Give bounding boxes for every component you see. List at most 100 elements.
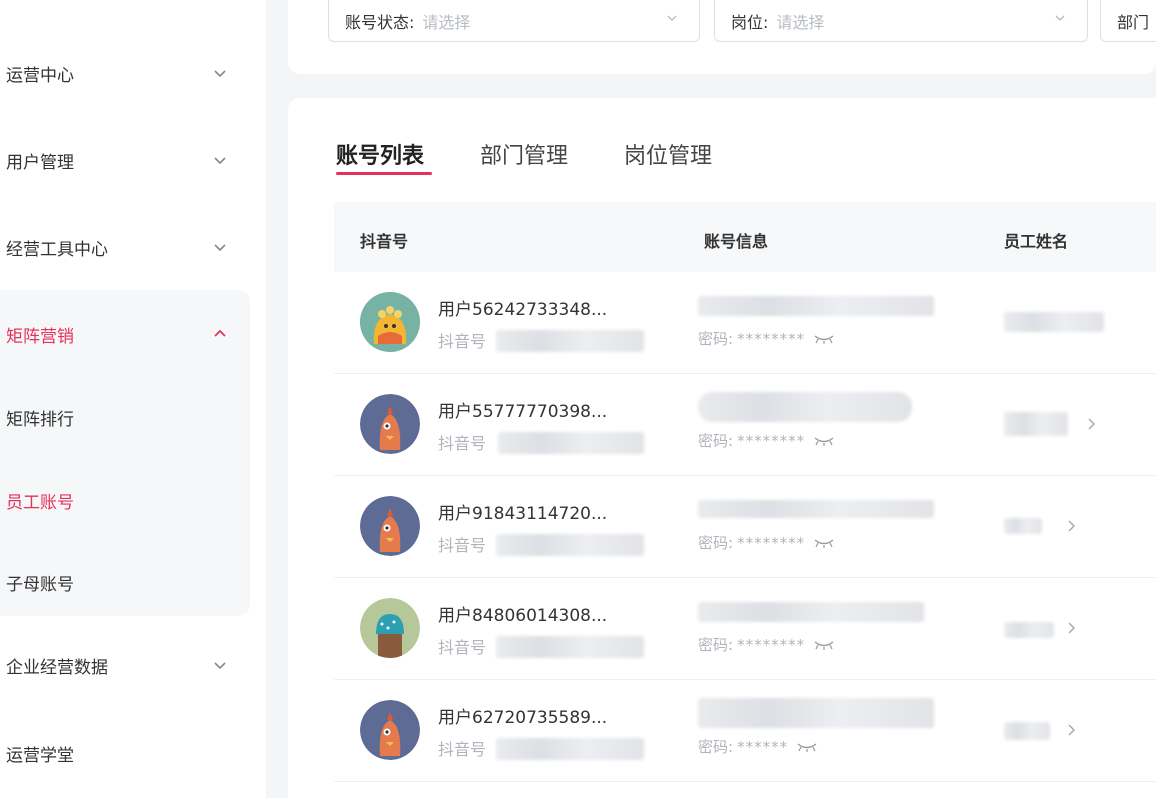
redacted-account-info [698, 296, 934, 316]
password-label: 密码: [698, 432, 734, 450]
redacted-douyin-id [496, 330, 644, 352]
avatar [360, 394, 420, 454]
sidebar-item-label: 子母账号 [6, 574, 74, 595]
sidebar-item-employee-accounts[interactable]: 员工账号 [0, 480, 250, 520]
eye-closed-icon[interactable] [813, 639, 835, 651]
avatar [360, 598, 420, 658]
password-masked: ******** [737, 635, 806, 654]
sidebar-item-business-tools[interactable]: 经营工具中心 [0, 227, 250, 267]
chevron-right-icon[interactable] [1066, 620, 1078, 636]
chick-avatar-icon [360, 496, 420, 556]
password-label: 密码: [698, 534, 734, 552]
table-row[interactable]: 用户62720735589... 抖音号 密码: ****** [334, 680, 1156, 782]
chevron-down-icon [1055, 15, 1065, 21]
sidebar-item-matrix-marketing[interactable]: 矩阵营销 [0, 314, 250, 354]
account-list-card: 账号列表 部门管理 岗位管理 抖音号 账号信息 员工姓名 用户562427333… [288, 98, 1156, 798]
password-label: 密码: [698, 330, 734, 348]
position-label: 岗位: [731, 12, 769, 32]
sidebar-item-label: 矩阵排行 [6, 409, 74, 430]
eye-closed-icon[interactable] [813, 333, 835, 345]
redacted-account-info [698, 500, 934, 518]
user-name: 用户91843114720... [438, 504, 608, 524]
redacted-douyin-id [496, 738, 644, 760]
department-label: 部门 [1117, 12, 1148, 32]
chevron-down-icon [214, 157, 226, 165]
eye-closed-icon[interactable] [796, 741, 818, 753]
sidebar-item-matrix-ranking[interactable]: 矩阵排行 [0, 397, 250, 437]
password-display: 密码: ******** [698, 634, 835, 655]
sidebar-item-enterprise-data[interactable]: 企业经营数据 [0, 645, 250, 685]
sidebar-item-operations-center[interactable]: 运营中心 [0, 53, 250, 93]
redacted-employee-name [1004, 622, 1054, 638]
redacted-employee-name [1004, 518, 1042, 534]
sidebar-item-operations-academy[interactable]: 运营学堂 [0, 733, 250, 773]
chevron-right-icon[interactable] [1066, 722, 1078, 738]
account-status-placeholder: 请选择 [422, 12, 471, 32]
sidebar-item-label: 运营中心 [6, 65, 74, 86]
table-header: 抖音号 账号信息 员工姓名 [334, 202, 1156, 272]
sidebar: 运营中心 用户管理 经营工具中心 矩阵营销 矩阵排行 员工账号 子母账号 企业经… [0, 0, 266, 798]
user-name: 用户55777770398... [438, 402, 608, 422]
password-masked: ******** [737, 533, 806, 552]
sidebar-item-parent-child-accounts[interactable]: 子母账号 [0, 562, 250, 602]
redacted-account-info [698, 698, 934, 728]
tab-account-list[interactable]: 账号列表 [336, 138, 424, 170]
password-display: 密码: ******** [698, 430, 835, 451]
password-label: 密码: [698, 738, 734, 756]
password-masked: ******** [737, 329, 806, 348]
redacted-employee-name [1004, 412, 1068, 436]
user-name: 用户84806014308... [438, 606, 608, 626]
avatar [360, 292, 420, 352]
tab-position-management[interactable]: 岗位管理 [624, 138, 712, 170]
sidebar-item-label: 用户管理 [6, 152, 74, 173]
column-header-account-info: 账号信息 [704, 232, 769, 251]
position-select[interactable]: 岗位: 请选择 [714, 0, 1088, 42]
user-name: 用户56242733348... [438, 300, 608, 320]
table-row[interactable]: 用户56242733348... 抖音号 密码: ******** [334, 272, 1156, 374]
eye-closed-icon[interactable] [813, 435, 835, 447]
sidebar-item-label: 经营工具中心 [6, 239, 108, 260]
redacted-employee-name [1004, 722, 1050, 740]
password-masked: ******** [737, 431, 806, 450]
table-row[interactable]: 用户55777770398... 抖音号 密码: ******** [334, 374, 1156, 476]
chevron-right-icon[interactable] [1066, 518, 1078, 534]
redacted-douyin-id [496, 636, 644, 658]
column-header-douyin-id: 抖音号 [360, 232, 409, 251]
chevron-down-icon [214, 244, 226, 252]
password-display: 密码: ****** [698, 736, 818, 757]
chevron-up-icon [214, 329, 226, 337]
password-masked: ****** [737, 737, 789, 756]
chevron-right-icon[interactable] [1086, 416, 1098, 432]
redacted-douyin-id [498, 432, 644, 454]
sidebar-item-label: 员工账号 [6, 492, 74, 513]
position-placeholder: 请选择 [776, 12, 825, 32]
douyin-id-label: 抖音号 [438, 740, 487, 759]
chick-avatar-icon [360, 700, 420, 760]
password-label: 密码: [698, 636, 734, 654]
chevron-down-icon [214, 70, 226, 78]
password-display: 密码: ******** [698, 532, 835, 553]
user-name: 用户62720735589... [438, 708, 608, 728]
redacted-employee-name [1004, 312, 1104, 332]
redacted-douyin-id [496, 534, 644, 556]
avatar [360, 700, 420, 760]
account-status-select[interactable]: 账号状态: 请选择 [328, 0, 700, 42]
sidebar-item-label: 运营学堂 [6, 745, 74, 766]
table-row[interactable]: 用户91843114720... 抖音号 密码: ******** [334, 476, 1156, 578]
douyin-id-label: 抖音号 [438, 536, 487, 555]
tab-department-management[interactable]: 部门管理 [480, 138, 568, 170]
sidebar-item-user-management[interactable]: 用户管理 [0, 140, 250, 180]
table-row[interactable]: 用户84806014308... 抖音号 密码: ******** [334, 578, 1156, 680]
douyin-id-label: 抖音号 [438, 332, 487, 351]
account-status-label: 账号状态: [345, 12, 415, 32]
monster-avatar-icon [360, 292, 420, 352]
redacted-account-info [698, 602, 924, 622]
active-tab-indicator [336, 172, 432, 175]
douyin-id-label: 抖音号 [438, 638, 487, 657]
filter-bar: 账号状态: 请选择 岗位: 请选择 部门 [288, 0, 1156, 74]
department-select[interactable]: 部门 [1100, 0, 1156, 42]
chevron-down-icon [667, 15, 677, 21]
sidebar-item-label: 企业经营数据 [6, 657, 108, 678]
douyin-id-label: 抖音号 [438, 434, 487, 453]
eye-closed-icon[interactable] [813, 537, 835, 549]
